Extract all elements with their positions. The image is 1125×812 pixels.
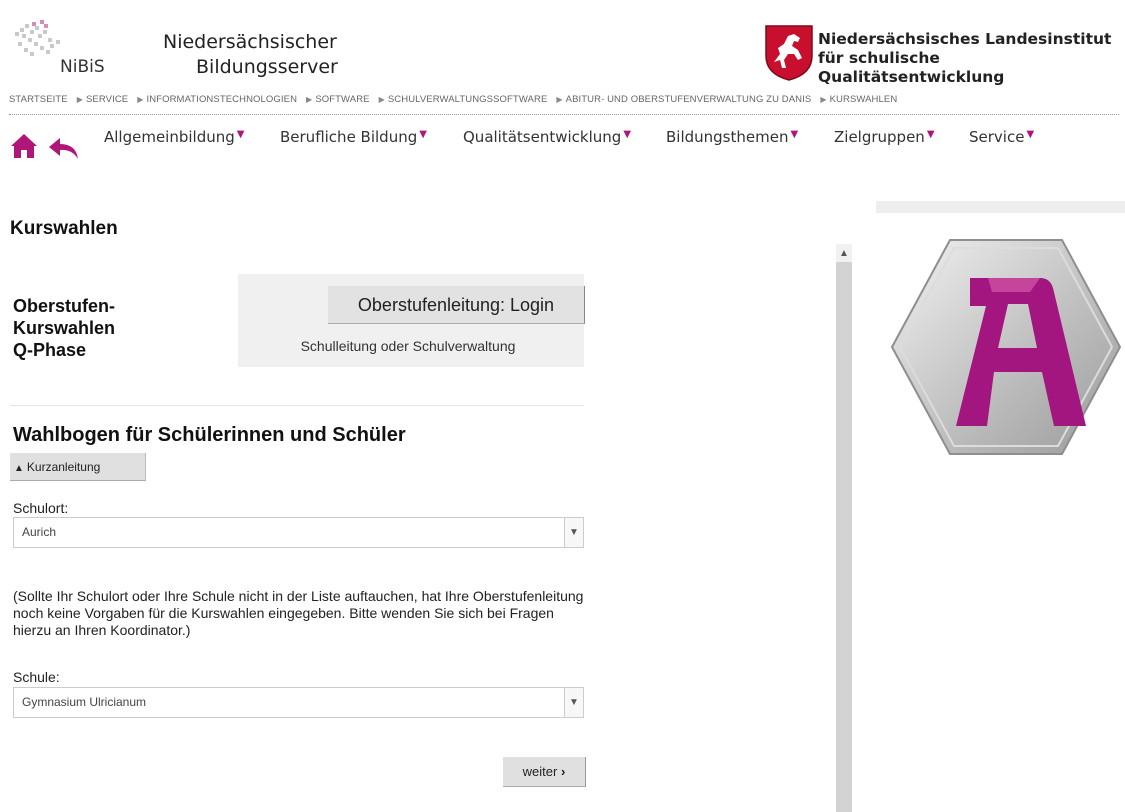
- chevron-down-icon: ▼: [926, 129, 935, 140]
- nav-item-allgemeinbildung[interactable]: Allgemeinbildung ▼: [104, 128, 280, 146]
- horse-crest-icon[interactable]: [764, 24, 814, 82]
- home-icon[interactable]: [10, 133, 38, 159]
- nav-item-service[interactable]: Service ▼: [969, 128, 1034, 146]
- weiter-button[interactable]: weiter ›: [503, 757, 586, 787]
- chevron-down-icon: ▼: [623, 129, 632, 140]
- back-icon[interactable]: [48, 136, 80, 160]
- main-nav: Allgemeinbildung ▼ Berufliche Bildung ▼ Qu…: [104, 128, 1034, 146]
- nibis-logo-text[interactable]: NiBiS: [60, 57, 105, 77]
- wahlbogen-heading: Wahlbogen für Schülerinnen und Schüler: [13, 424, 406, 446]
- breadcrumb-separator-icon: ▶: [306, 95, 313, 104]
- kurzanleitung-button[interactable]: ▲ Kurzanleitung: [10, 453, 146, 481]
- chevron-down-icon: ▼: [236, 129, 245, 140]
- breadcrumb-divider: [9, 114, 1119, 115]
- breadcrumb-item[interactable]: INFORMATIONSTECHNOLOGIEN: [147, 94, 298, 105]
- oberstufen-title: Oberstufen- Kurswahlen Q-Phase: [13, 296, 116, 360]
- chevron-right-icon: ›: [560, 764, 566, 779]
- site-title-line2: Bildungsserver: [196, 56, 338, 78]
- nlq-title-line1: Niedersächsisches Landesinstitut: [818, 30, 1112, 48]
- nav-item-qualitaetsentwicklung[interactable]: Qualitätsentwicklung ▼: [463, 128, 666, 146]
- nav-item-bildungsthemen[interactable]: Bildungsthemen ▼: [666, 128, 834, 146]
- content-scrollbar[interactable]: [836, 244, 852, 812]
- page-title: Kurswahlen: [10, 218, 118, 239]
- nlq-title[interactable]: Niedersächsisches Landesinstitut für sch…: [818, 30, 1125, 87]
- nav-item-berufliche-bildung[interactable]: Berufliche Bildung ▼: [280, 128, 463, 146]
- sidebar-top-bar: [876, 201, 1125, 213]
- schulort-note: (Sollte Ihr Schulort oder Ihre Schule ni…: [13, 588, 584, 638]
- breadcrumb-item[interactable]: SERVICE: [86, 94, 128, 105]
- chevron-down-icon[interactable]: ▼: [564, 518, 583, 547]
- chevron-down-icon: ▼: [1026, 129, 1035, 140]
- chevron-down-icon[interactable]: ▼: [564, 688, 583, 717]
- schulort-select[interactable]: Aurich ▼: [13, 517, 584, 548]
- nlq-title-line2: für schulische Qualitätsentwicklung: [818, 49, 1005, 86]
- breadcrumb: STARTSEITE ▶ SERVICE ▶ INFORMATIONSTECHNOLOG…: [9, 94, 1119, 105]
- chevron-up-icon: ▲: [14, 463, 24, 474]
- breadcrumb-separator-icon: ▶: [556, 95, 563, 104]
- nav-item-zielgruppen[interactable]: Zielgruppen ▼: [834, 128, 969, 146]
- breadcrumb-separator-icon: ▶: [137, 95, 144, 104]
- login-button[interactable]: Oberstufenleitung: Login: [328, 286, 585, 324]
- breadcrumb-item[interactable]: SCHULVERWALTUNGSSOFTWARE: [388, 94, 548, 105]
- breadcrumb-separator-icon: ▶: [76, 95, 83, 104]
- app-logo-icon: [890, 239, 1122, 455]
- breadcrumb-item[interactable]: ABITUR- UND OBERSTUFENVERWALTUNG ZU DANI…: [566, 94, 812, 105]
- section-divider: [10, 405, 584, 406]
- breadcrumb-separator-icon: ▶: [378, 95, 385, 104]
- chevron-down-icon: ▼: [790, 129, 799, 140]
- scroll-up-arrow-icon[interactable]: ▲: [836, 244, 852, 262]
- schule-label: Schule:: [13, 669, 60, 685]
- breadcrumb-separator-icon: ▶: [820, 95, 827, 104]
- schule-select[interactable]: Gymnasium Ulricianum ▼: [13, 687, 584, 718]
- chevron-down-icon: ▼: [419, 129, 427, 140]
- login-subtext: Schulleitung oder Schulverwaltung: [300, 338, 516, 354]
- breadcrumb-item[interactable]: STARTSEITE: [9, 94, 68, 105]
- site-title[interactable]: Niedersächsischer Bildungsserver: [163, 30, 338, 80]
- breadcrumb-item[interactable]: SOFTWARE: [315, 94, 369, 105]
- site-title-line1: Niedersächsischer: [163, 31, 337, 53]
- breadcrumb-item[interactable]: KURSWAHLEN: [830, 94, 898, 105]
- schulort-label: Schulort:: [13, 500, 69, 516]
